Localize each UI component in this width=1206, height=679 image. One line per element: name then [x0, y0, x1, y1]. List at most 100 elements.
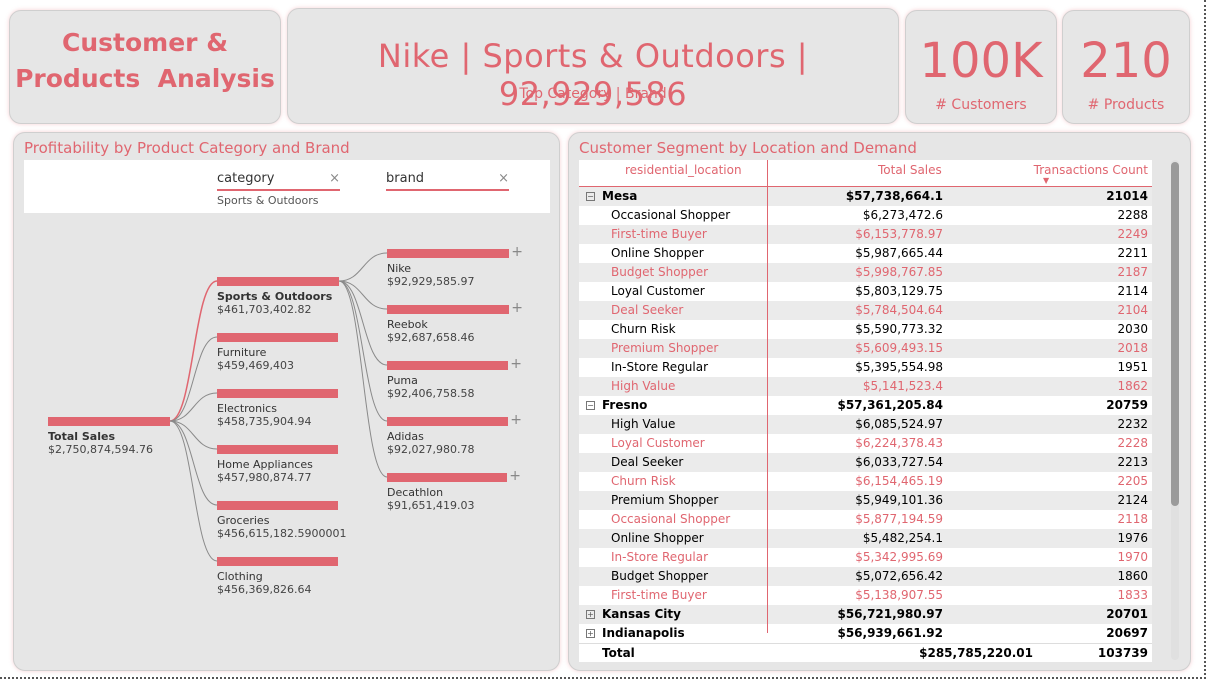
table-row[interactable]: Loyal Customer $5,803,129.75 2114: [579, 282, 1152, 301]
brand-filter[interactable]: brand ×: [386, 171, 509, 191]
tree-node-category-0-bar[interactable]: [217, 277, 339, 286]
collapse-icon[interactable]: −: [586, 192, 595, 201]
table-row[interactable]: Budget Shopper $5,072,656.42 1860: [579, 567, 1152, 586]
expand-icon[interactable]: +: [586, 610, 595, 619]
table-row[interactable]: Online Shopper $5,482,254.1 1976: [579, 529, 1152, 548]
tree-node-brand-3[interactable]: Adidas $92,027,980.78 +: [387, 412, 522, 456]
tree-node-category-4-value: $456,615,182.5900001: [217, 527, 347, 540]
table-scrollbar[interactable]: [1171, 160, 1179, 660]
tree-node-total-sales-bar[interactable]: [48, 417, 170, 426]
tree-node-brand-0[interactable]: Nike $92,929,585.97 +: [387, 244, 523, 288]
table-row[interactable]: In-Store Regular $5,395,554.98 1951: [579, 358, 1152, 377]
tree-node-brand-2-expand-icon[interactable]: +: [510, 356, 522, 372]
cell-total-sales: $5,072,656.42: [855, 569, 943, 583]
cell-label: In-Store Regular: [611, 360, 709, 374]
tree-node-brand-1-expand-icon[interactable]: +: [511, 300, 523, 316]
cell-label: Indianapolis: [602, 626, 685, 640]
tree-node-brand-0-expand-icon[interactable]: +: [511, 244, 523, 260]
cell-label: High Value: [611, 417, 676, 431]
tree-node-brand-2[interactable]: Puma $92,406,758.58 +: [387, 356, 522, 400]
tree-node-brand-3-bar[interactable]: [387, 417, 508, 426]
cell-transactions-count: 2228: [1117, 436, 1148, 450]
tree-node-category-1-bar[interactable]: [217, 333, 338, 342]
tree-node-brand-4-bar[interactable]: [387, 473, 507, 482]
tree-node-category-0[interactable]: Sports & Outdoors $461,703,402.82: [217, 277, 339, 316]
cell-label: First-time Buyer: [611, 588, 707, 602]
cell-transactions-count: 2205: [1117, 474, 1148, 488]
cell-label: Kansas City: [602, 607, 681, 621]
table-row[interactable]: Churn Risk $5,590,773.32 2030: [579, 320, 1152, 339]
cell-total-sales: $6,085,524.97: [855, 417, 943, 431]
table-total-row[interactable]: Total $285,785,220.01 103739: [579, 643, 1152, 662]
table-group-row[interactable]: + Kansas City $56,721,980.97 20701: [579, 605, 1152, 624]
table-row[interactable]: Churn Risk $6,154,465.19 2205: [579, 472, 1152, 491]
tree-node-category-3-label: Home Appliances: [217, 458, 313, 471]
tree-node-category-5-bar[interactable]: [217, 557, 338, 566]
tree-node-category-1[interactable]: Furniture $459,469,403: [217, 333, 338, 372]
table-row[interactable]: Loyal Customer $6,224,378.43 2228: [579, 434, 1152, 453]
tree-node-category-3[interactable]: Home Appliances $457,980,874.77: [217, 445, 338, 484]
table-row[interactable]: Occasional Shopper $6,273,472.6 2288: [579, 206, 1152, 225]
brand-filter-close-icon[interactable]: ×: [498, 171, 509, 186]
expand-icon[interactable]: +: [586, 629, 595, 638]
table-row[interactable]: Premium Shopper $5,609,493.15 2018: [579, 339, 1152, 358]
table-row[interactable]: Occasional Shopper $5,877,194.59 2118: [579, 510, 1152, 529]
table-scrollbar-thumb[interactable]: [1171, 162, 1179, 506]
tree-node-brand-1[interactable]: Reebok $92,687,658.46 +: [387, 300, 523, 344]
tree-node-brand-0-bar[interactable]: [387, 249, 509, 258]
customers-kpi-card: 100K # Customers: [905, 10, 1057, 124]
tree-node-brand-4[interactable]: Decathlon $91,651,419.03 +: [387, 468, 521, 512]
sort-descending-icon: ▼: [1043, 176, 1050, 185]
table-row[interactable]: Budget Shopper $5,998,767.85 2187: [579, 263, 1152, 282]
tree-node-category-2-value: $458,735,904.94: [217, 415, 312, 428]
customers-kpi-value: 100K: [919, 33, 1043, 89]
table-row[interactable]: First-time Buyer $5,138,907.55 1833: [579, 586, 1152, 605]
products-kpi-card: 210 # Products: [1062, 10, 1190, 124]
tree-node-category-4[interactable]: Groceries $456,615,182.5900001: [217, 501, 346, 540]
table-row[interactable]: High Value $6,085,524.97 2232: [579, 415, 1152, 434]
table-row[interactable]: Premium Shopper $5,949,101.36 2124: [579, 491, 1152, 510]
cell-total-sales: $6,153,778.97: [855, 227, 943, 241]
cell-label: Premium Shopper: [611, 341, 719, 355]
category-filter-selection: Sports & Outdoors: [217, 194, 319, 207]
tree-node-brand-1-bar[interactable]: [387, 305, 509, 314]
tree-node-category-2[interactable]: Electronics $458,735,904.94: [217, 389, 338, 428]
cell-transactions-count: 2232: [1117, 417, 1148, 431]
tree-node-category-4-bar[interactable]: [217, 501, 338, 510]
table-row[interactable]: Deal Seeker $6,033,727.54 2213: [579, 453, 1152, 472]
tree-node-category-3-bar[interactable]: [217, 445, 338, 454]
cell-transactions-count: 2104: [1117, 303, 1148, 317]
table-group-row[interactable]: − Mesa $57,738,664.1 21014: [579, 187, 1152, 206]
cell-transactions-count: 20697: [1106, 626, 1148, 640]
header-residential-location[interactable]: residential_location: [625, 163, 742, 177]
cell-label: Online Shopper: [611, 531, 704, 545]
tree-node-category-2-label: Electronics: [217, 402, 277, 415]
tree-node-brand-4-expand-icon[interactable]: +: [509, 468, 521, 484]
table-row[interactable]: In-Store Regular $5,342,995.69 1970: [579, 548, 1152, 567]
category-filter-close-icon[interactable]: ×: [329, 171, 340, 186]
tree-node-brand-2-bar[interactable]: [387, 361, 508, 370]
table-row[interactable]: High Value $5,141,523.4 1862: [579, 377, 1152, 396]
tree-node-category-5[interactable]: Clothing $456,369,826.64: [217, 557, 338, 596]
tree-node-brand-3-expand-icon[interactable]: +: [510, 412, 522, 428]
table-row[interactable]: First-time Buyer $6,153,778.97 2249: [579, 225, 1152, 244]
tree-node-category-2-bar[interactable]: [217, 389, 338, 398]
cell-transactions-count: 2124: [1117, 493, 1148, 507]
table-group-row[interactable]: − Fresno $57,361,205.84 20759: [579, 396, 1152, 415]
table-group-row[interactable]: + Indianapolis $56,939,661.92 20697: [579, 624, 1152, 643]
tree-node-total-sales[interactable]: Total Sales $2,750,874,594.76: [48, 417, 170, 456]
tree-node-category-3-value: $457,980,874.77: [217, 471, 312, 484]
collapse-icon[interactable]: −: [586, 401, 595, 410]
tree-panel-title: Profitability by Product Category and Br…: [24, 139, 350, 157]
tree-node-total-sales-value: $2,750,874,594.76: [48, 443, 153, 456]
header-transactions-count[interactable]: Transactions Count: [1034, 163, 1148, 177]
table-row[interactable]: Deal Seeker $5,784,504.64 2104: [579, 301, 1152, 320]
header-total-sales[interactable]: Total Sales: [878, 163, 942, 177]
tree-node-brand-2-label: Puma: [387, 374, 418, 387]
table-row[interactable]: Online Shopper $5,987,665.44 2211: [579, 244, 1152, 263]
cell-transactions-count: 1970: [1117, 550, 1148, 564]
tree-node-brand-4-label: Decathlon: [387, 486, 444, 499]
category-filter[interactable]: category ×: [217, 171, 340, 191]
tree-connector: [169, 280, 218, 422]
cell-label: Deal Seeker: [611, 303, 684, 317]
